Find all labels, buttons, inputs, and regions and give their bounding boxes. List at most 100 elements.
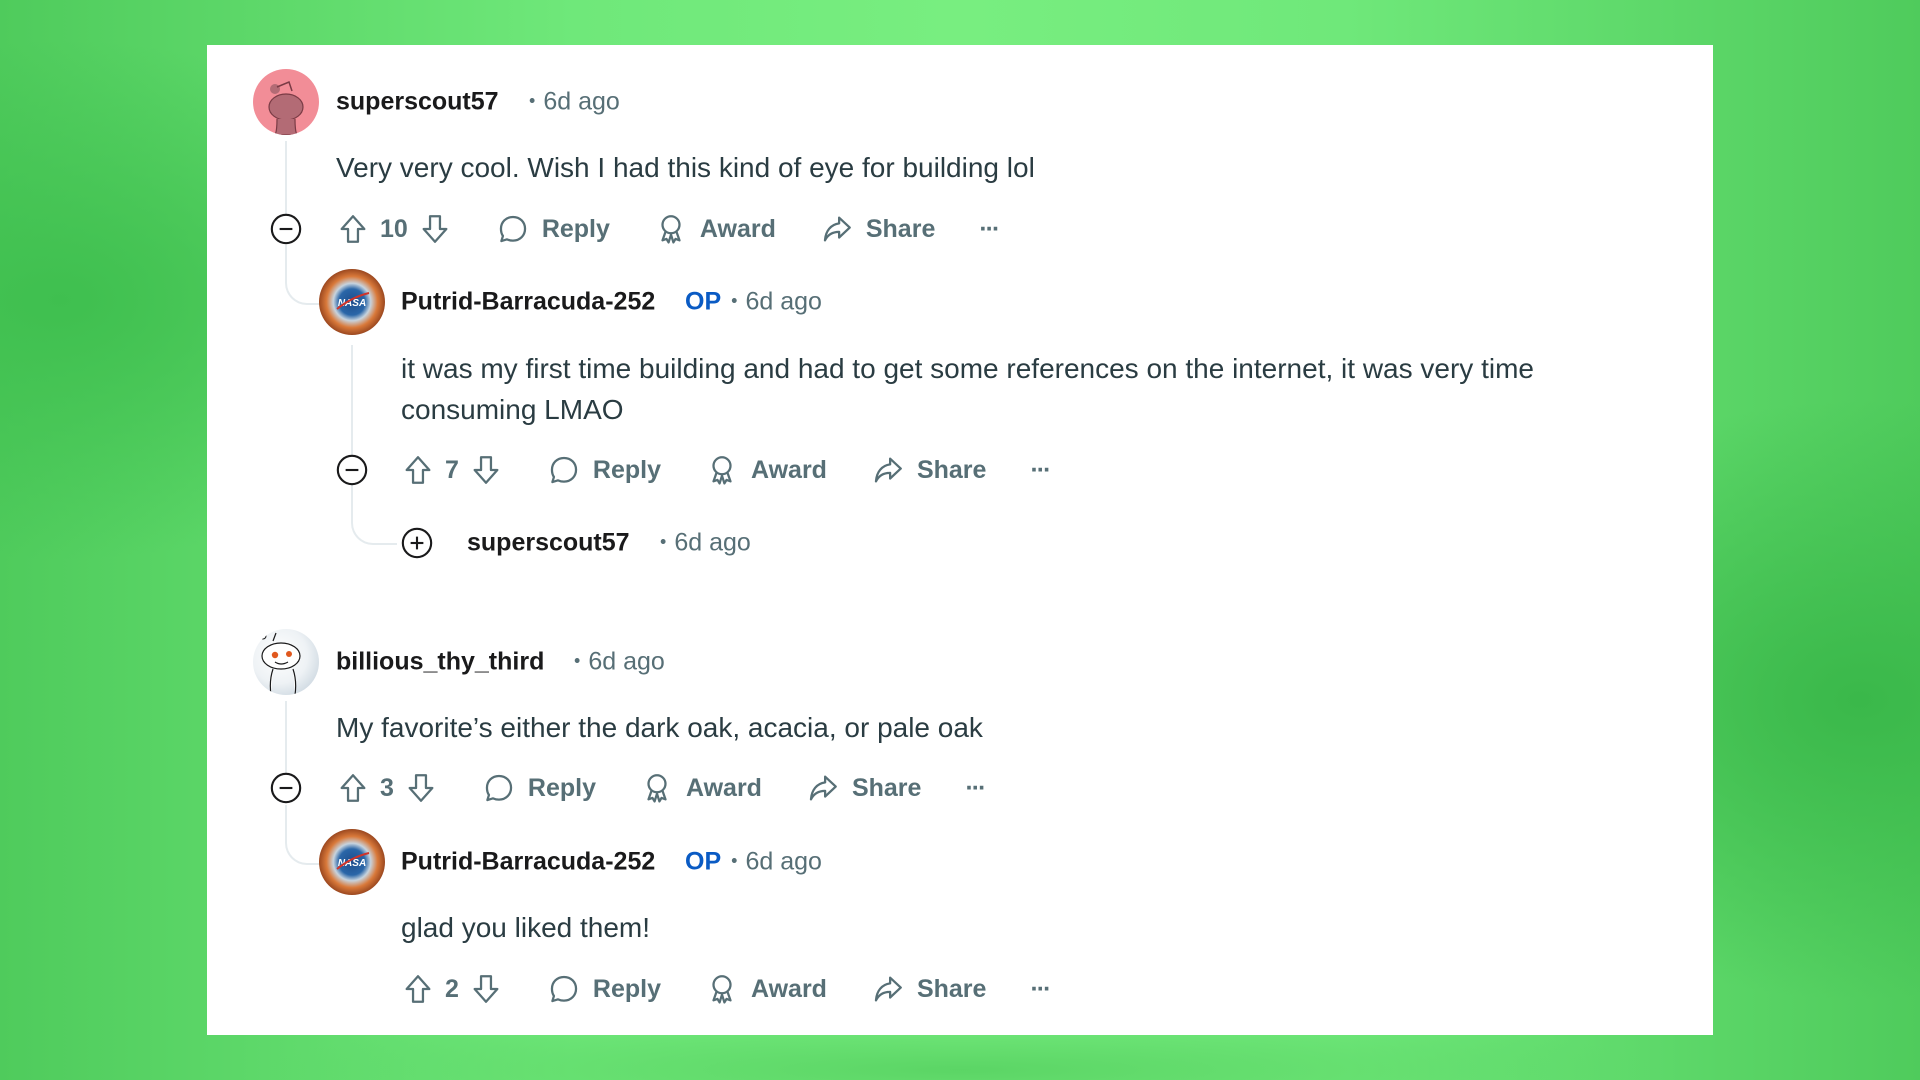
downvote-icon	[418, 212, 452, 246]
separator-dot: •	[574, 650, 581, 671]
upvote-icon	[336, 771, 370, 805]
comment-actions: 7 Reply Award Share ···	[401, 450, 1051, 490]
award-icon	[654, 212, 688, 246]
downvote-button[interactable]	[469, 972, 503, 1006]
comment-actions: 3 Reply Award Share ···	[336, 768, 986, 808]
award-label: Award	[751, 974, 827, 1003]
separator-dot: •	[660, 531, 667, 552]
snoo-avatar-icon	[268, 80, 304, 135]
more-options-button[interactable]: ···	[965, 773, 986, 803]
upvote-icon	[401, 453, 435, 487]
vote-count: 3	[380, 773, 394, 802]
vote-count: 7	[445, 455, 459, 484]
nasa-logo-icon: NASA	[336, 292, 370, 310]
reply-icon	[482, 771, 516, 805]
comment-actions: 10 Reply Award Share ···	[336, 209, 1000, 249]
comment-author[interactable]: billious_thy_third	[336, 648, 544, 677]
share-button[interactable]: Share	[820, 212, 935, 246]
comment-author[interactable]: superscout57	[336, 88, 499, 117]
comment-meta: • 6d ago	[564, 648, 665, 677]
award-label: Award	[751, 455, 827, 484]
expand-thread-icon[interactable]	[400, 526, 434, 560]
reply-label: Reply	[592, 974, 661, 1003]
comment-meta: OP • 6d ago	[677, 848, 822, 877]
share-button[interactable]: Share	[806, 771, 921, 805]
more-icon: ···	[965, 773, 986, 802]
upvote-button[interactable]	[401, 972, 435, 1006]
comment-actions: 2 Reply Award Share ···	[401, 969, 1051, 1009]
downvote-icon	[469, 453, 503, 487]
comment-author[interactable]: superscout57	[467, 529, 630, 558]
reply-button[interactable]: Reply	[482, 771, 596, 805]
vote-count: 2	[445, 974, 459, 1003]
avatar[interactable]: NASA	[319, 269, 385, 335]
separator-dot: •	[731, 850, 738, 871]
share-icon	[871, 972, 905, 1006]
reply-icon	[547, 453, 581, 487]
avatar[interactable]: NASA	[319, 829, 385, 895]
reply-icon	[496, 212, 530, 246]
thread-line[interactable]	[285, 141, 287, 221]
more-icon: ···	[1030, 974, 1051, 1003]
downvote-icon	[469, 972, 503, 1006]
comment-age: 6d ago	[588, 647, 665, 676]
more-icon: ···	[1030, 455, 1051, 484]
comment-body-line: consuming LMAO	[401, 394, 624, 425]
comment-author[interactable]: Putrid-Barracuda-252	[401, 288, 655, 317]
upvote-button[interactable]	[336, 212, 370, 246]
snoo-avatar-icon	[259, 632, 301, 695]
comments-card: superscout57 • 6d ago Very very cool. Wis…	[207, 45, 1713, 1035]
share-label: Share	[916, 455, 987, 484]
avatar[interactable]	[253, 629, 319, 695]
op-badge: OP	[685, 847, 722, 876]
thread-line[interactable]	[351, 485, 397, 545]
award-button[interactable]: Award	[640, 771, 762, 805]
thread-line[interactable]	[351, 345, 353, 465]
collapse-thread-icon[interactable]	[335, 453, 369, 487]
more-options-button[interactable]: ···	[1030, 455, 1051, 485]
upvote-icon	[336, 212, 370, 246]
upvote-button[interactable]	[401, 453, 435, 487]
upvote-button[interactable]	[336, 771, 370, 805]
collapse-thread-icon[interactable]	[269, 212, 303, 246]
reply-button[interactable]: Reply	[547, 453, 661, 487]
comment-meta: OP • 6d ago	[677, 288, 822, 317]
share-button[interactable]: Share	[871, 972, 986, 1006]
separator-dot: •	[731, 290, 738, 311]
comment-body-line: Very very cool. Wish I had this kind of …	[336, 152, 1035, 183]
comment-body-line: My favorite’s either the dark oak, acaci…	[336, 712, 983, 743]
comment-body-line: it was my first time building and had to…	[401, 353, 1534, 384]
more-options-button[interactable]: ···	[1030, 974, 1051, 1004]
reply-label: Reply	[527, 773, 596, 802]
comment-body: My favorite’s either the dark oak, acaci…	[336, 707, 983, 748]
comment-body-line: glad you liked them!	[401, 912, 651, 943]
award-icon	[640, 771, 674, 805]
award-button[interactable]: Award	[705, 972, 827, 1006]
more-icon: ···	[979, 214, 1000, 243]
comment-age: 6d ago	[745, 287, 822, 316]
comment-author[interactable]: Putrid-Barracuda-252	[401, 848, 655, 877]
avatar[interactable]	[253, 69, 319, 135]
thread-line[interactable]	[285, 701, 287, 781]
comment-age: 6d ago	[543, 87, 620, 116]
reply-button[interactable]: Reply	[496, 212, 610, 246]
share-icon	[806, 771, 840, 805]
upvote-icon	[401, 972, 435, 1006]
share-label: Share	[851, 773, 922, 802]
comment-body: glad you liked them!	[401, 907, 650, 948]
more-options-button[interactable]: ···	[979, 214, 1000, 244]
share-icon	[871, 453, 905, 487]
comment-age: 6d ago	[674, 528, 751, 557]
reply-label: Reply	[541, 214, 610, 243]
separator-dot: •	[529, 90, 536, 111]
downvote-button[interactable]	[404, 771, 438, 805]
comment-meta: • 6d ago	[519, 88, 620, 117]
reply-button[interactable]: Reply	[547, 972, 661, 1006]
downvote-button[interactable]	[469, 453, 503, 487]
award-button[interactable]: Award	[654, 212, 776, 246]
collapse-thread-icon[interactable]	[269, 771, 303, 805]
reply-icon	[547, 972, 581, 1006]
award-button[interactable]: Award	[705, 453, 827, 487]
downvote-button[interactable]	[418, 212, 452, 246]
share-button[interactable]: Share	[871, 453, 986, 487]
